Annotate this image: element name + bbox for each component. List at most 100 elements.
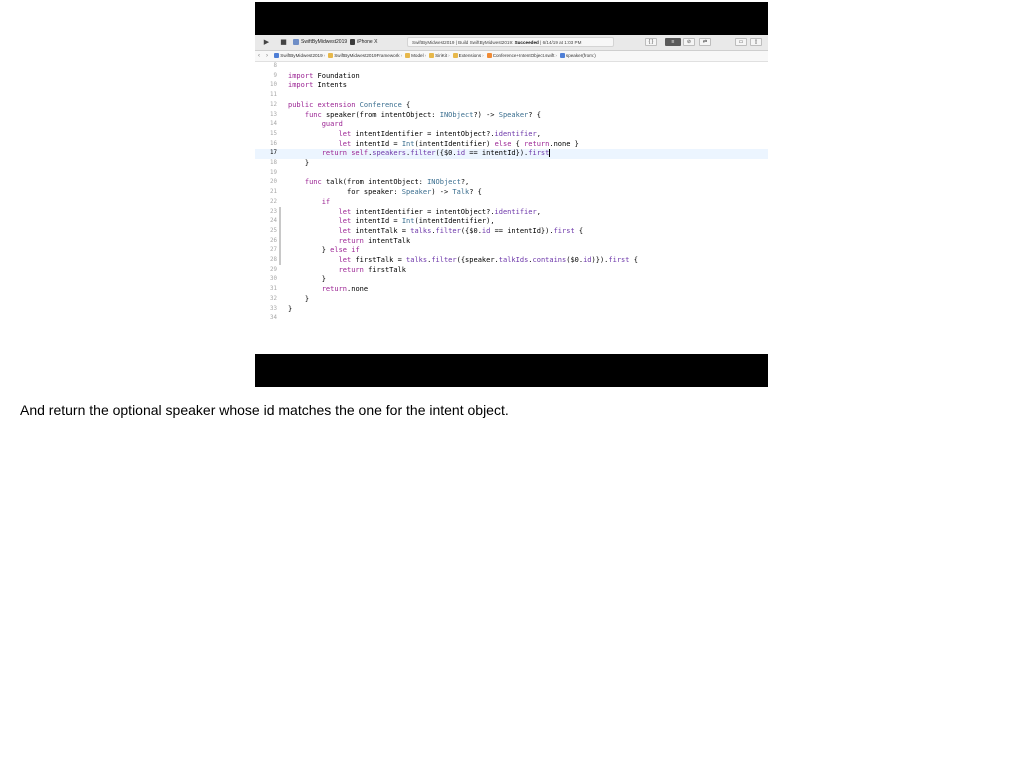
breadcrumb-label: SiriKit bbox=[435, 53, 448, 58]
code-token: talk(from intentObject: bbox=[325, 178, 423, 187]
destination-label: iPhone X bbox=[357, 39, 378, 45]
code-token: ?) -> bbox=[473, 110, 495, 119]
code-line[interactable]: 16 let intentId = Int(intentIdentifier) … bbox=[255, 140, 768, 150]
toggle-debug-area-button[interactable]: ▭ bbox=[735, 38, 747, 46]
code-token: intentId = bbox=[355, 139, 398, 148]
code-token: ) -> bbox=[431, 188, 449, 197]
code-editor[interactable]: 8 9 import Foundation 10 import Intents 11 12 p… bbox=[255, 62, 768, 354]
code-line[interactable]: 18 } bbox=[255, 159, 768, 169]
breadcrumb-label: Model bbox=[411, 53, 424, 58]
code-line[interactable]: 31 return.none bbox=[255, 285, 768, 295]
code-token: let bbox=[338, 129, 352, 138]
code-token: } bbox=[288, 275, 326, 284]
breadcrumb-item[interactable]: SwiftByMidwest2019 bbox=[272, 53, 323, 59]
breadcrumb-item[interactable]: Model bbox=[403, 53, 424, 59]
code-token: } bbox=[288, 246, 326, 255]
stop-icon[interactable]: ■ bbox=[279, 38, 288, 46]
breadcrumb-item[interactable]: Extensions bbox=[451, 53, 481, 59]
code-text: } else if bbox=[288, 246, 360, 256]
code-line[interactable]: 24 let intentId = Int(intentIdentifier), bbox=[255, 217, 768, 227]
line-number: 14 bbox=[270, 121, 277, 128]
forward-icon[interactable]: › bbox=[263, 51, 271, 61]
standard-editor-button[interactable]: ≡ bbox=[665, 38, 681, 46]
code-token: first bbox=[528, 149, 550, 158]
code-line[interactable]: 23 let intentIdentifier = intentObject?.… bbox=[255, 208, 768, 218]
code-line[interactable]: 21 for speaker: Speaker) -> Talk? { bbox=[255, 188, 768, 198]
line-number: 20 bbox=[270, 179, 277, 186]
code-text: return firstTalk bbox=[288, 266, 406, 276]
code-line[interactable]: 27 } else if bbox=[255, 246, 768, 256]
code-line[interactable]: 19 bbox=[255, 169, 768, 179]
code-token: let bbox=[338, 226, 352, 235]
code-line[interactable]: 20 func talk(from intentObject: INObject… bbox=[255, 178, 768, 188]
breadcrumb-item[interactable]: SiriKit bbox=[427, 53, 448, 59]
code-text: func talk(from intentObject: INObject?, bbox=[288, 178, 469, 188]
code-text: for speaker: Speaker) -> Talk? { bbox=[288, 188, 482, 198]
code-token: INObject bbox=[439, 110, 474, 119]
code-token: let bbox=[338, 207, 352, 216]
code-line[interactable]: 32 } bbox=[255, 295, 768, 305]
code-token: filter bbox=[431, 256, 457, 264]
code-token: } bbox=[288, 159, 310, 167]
code-token: Intents bbox=[317, 81, 348, 90]
code-token: INObject bbox=[427, 178, 461, 187]
activity-viewer: SwiftByMidwest2019 | Build SwiftByMidwes… bbox=[407, 37, 614, 47]
line-number: 24 bbox=[270, 218, 277, 225]
breadcrumb-label: Conference+IntentObject.swift bbox=[492, 53, 555, 58]
code-line[interactable]: 12 public extension Conference { bbox=[255, 101, 768, 111]
code-line[interactable]: 14 guard bbox=[255, 120, 768, 130]
code-line[interactable]: 29 return firstTalk bbox=[255, 266, 768, 276]
code-token: } bbox=[288, 294, 310, 303]
device-icon bbox=[350, 38, 356, 45]
code-line[interactable]: 15 let intentIdentifier = intentObject?.… bbox=[255, 130, 768, 140]
assistant-editor-button[interactable]: ⊘ bbox=[683, 38, 695, 46]
code-token: == intentId}). bbox=[494, 226, 554, 235]
code-token: let bbox=[338, 256, 352, 264]
breadcrumb-item[interactable]: Conference+IntentObject.swift bbox=[485, 53, 555, 59]
code-token: ?, bbox=[460, 178, 470, 187]
code-token: ? { bbox=[528, 110, 541, 119]
library-button[interactable]: { } bbox=[645, 38, 657, 46]
code-token: contains bbox=[532, 256, 567, 264]
code-text: let intentTalk = talks.filter({$0.id == … bbox=[288, 226, 584, 237]
code-token: func bbox=[304, 110, 322, 119]
code-line[interactable]: 26 return intentTalk bbox=[255, 237, 768, 247]
line-number: 17 bbox=[270, 150, 277, 157]
scheme-label: SwiftByMidwest2019 bbox=[301, 39, 348, 45]
breadcrumb-item[interactable]: SwiftByMidwest2019Framework bbox=[326, 53, 400, 59]
code-line[interactable]: 22 if bbox=[255, 198, 768, 208]
code-token: { bbox=[406, 100, 411, 109]
back-icon[interactable]: ‹ bbox=[255, 51, 263, 61]
line-number: 27 bbox=[270, 247, 277, 254]
version-editor-button[interactable]: ⇄ bbox=[699, 38, 711, 46]
code-line[interactable]: 8 bbox=[255, 62, 768, 72]
code-token: intentIdentifier = intentObject?. bbox=[355, 207, 495, 216]
code-line[interactable]: 30 } bbox=[255, 275, 768, 285]
code-line[interactable]: 25 let intentTalk = talks.filter({$0.id … bbox=[255, 227, 768, 237]
breadcrumb-item[interactable]: speaker(from:) bbox=[558, 53, 596, 59]
code-line[interactable]: 17 return self.speakers.filter({$0.id ==… bbox=[255, 149, 768, 159]
line-number: 26 bbox=[270, 237, 277, 244]
build-time: | 6/14/19 at 1:03 PM bbox=[540, 40, 582, 45]
line-number: 25 bbox=[270, 227, 277, 234]
play-icon[interactable]: ▶ bbox=[262, 38, 271, 46]
code-token: let bbox=[338, 217, 352, 226]
code-line[interactable]: 28 let firstTalk = talks.filter({speaker… bbox=[255, 256, 768, 266]
code-token: Int bbox=[401, 217, 415, 226]
code-token: firstTalk bbox=[368, 265, 407, 274]
code-line[interactable]: 34 bbox=[255, 314, 768, 324]
line-number: 30 bbox=[270, 276, 277, 283]
folder-icon bbox=[429, 53, 435, 59]
code-line[interactable]: 9 import Foundation bbox=[255, 72, 768, 82]
code-line[interactable]: 11 bbox=[255, 91, 768, 101]
code-line[interactable]: 33} bbox=[255, 305, 768, 315]
code-line[interactable]: 10 import Intents bbox=[255, 81, 768, 91]
toggle-inspector-button[interactable]: ▯ bbox=[750, 38, 762, 46]
scheme-selector[interactable]: SwiftByMidwest2019 iPhone X bbox=[293, 38, 377, 47]
code-line[interactable]: 13 func speaker(from intentObject: INObj… bbox=[255, 111, 768, 121]
code-token: talks bbox=[406, 256, 428, 264]
